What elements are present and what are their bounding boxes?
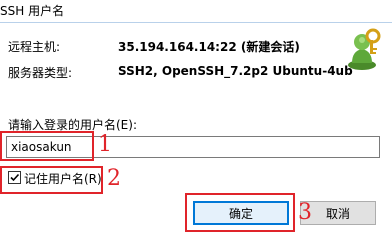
window-title: SSH 用户名 bbox=[0, 4, 65, 18]
remote-host-label: 远程主机: bbox=[8, 40, 61, 54]
remember-username-label[interactable]: 记住用户名(R) bbox=[24, 170, 102, 187]
annotation-number-3: 3 bbox=[298, 200, 312, 225]
server-type-label: 服务器类型: bbox=[8, 66, 73, 80]
title-divider bbox=[0, 22, 392, 23]
username-prompt-label: 请输入登录的用户名(E): bbox=[8, 118, 137, 132]
annotation-number-1: 1 bbox=[98, 132, 112, 157]
annotation-number-2: 2 bbox=[107, 166, 121, 191]
user-key-icon bbox=[348, 28, 381, 70]
title-bar: SSH 用户名 bbox=[0, 0, 392, 22]
server-type-value: SSH2, OpenSSH_7.2p2 Ubuntu-4ub bbox=[118, 64, 353, 78]
remote-host-value: 35.194.164.14:22 (新建会话) bbox=[118, 40, 300, 54]
ok-button[interactable]: 确定 bbox=[193, 201, 289, 225]
remember-username-checkbox[interactable] bbox=[8, 171, 21, 184]
username-input[interactable] bbox=[6, 136, 380, 158]
check-icon bbox=[10, 173, 20, 182]
